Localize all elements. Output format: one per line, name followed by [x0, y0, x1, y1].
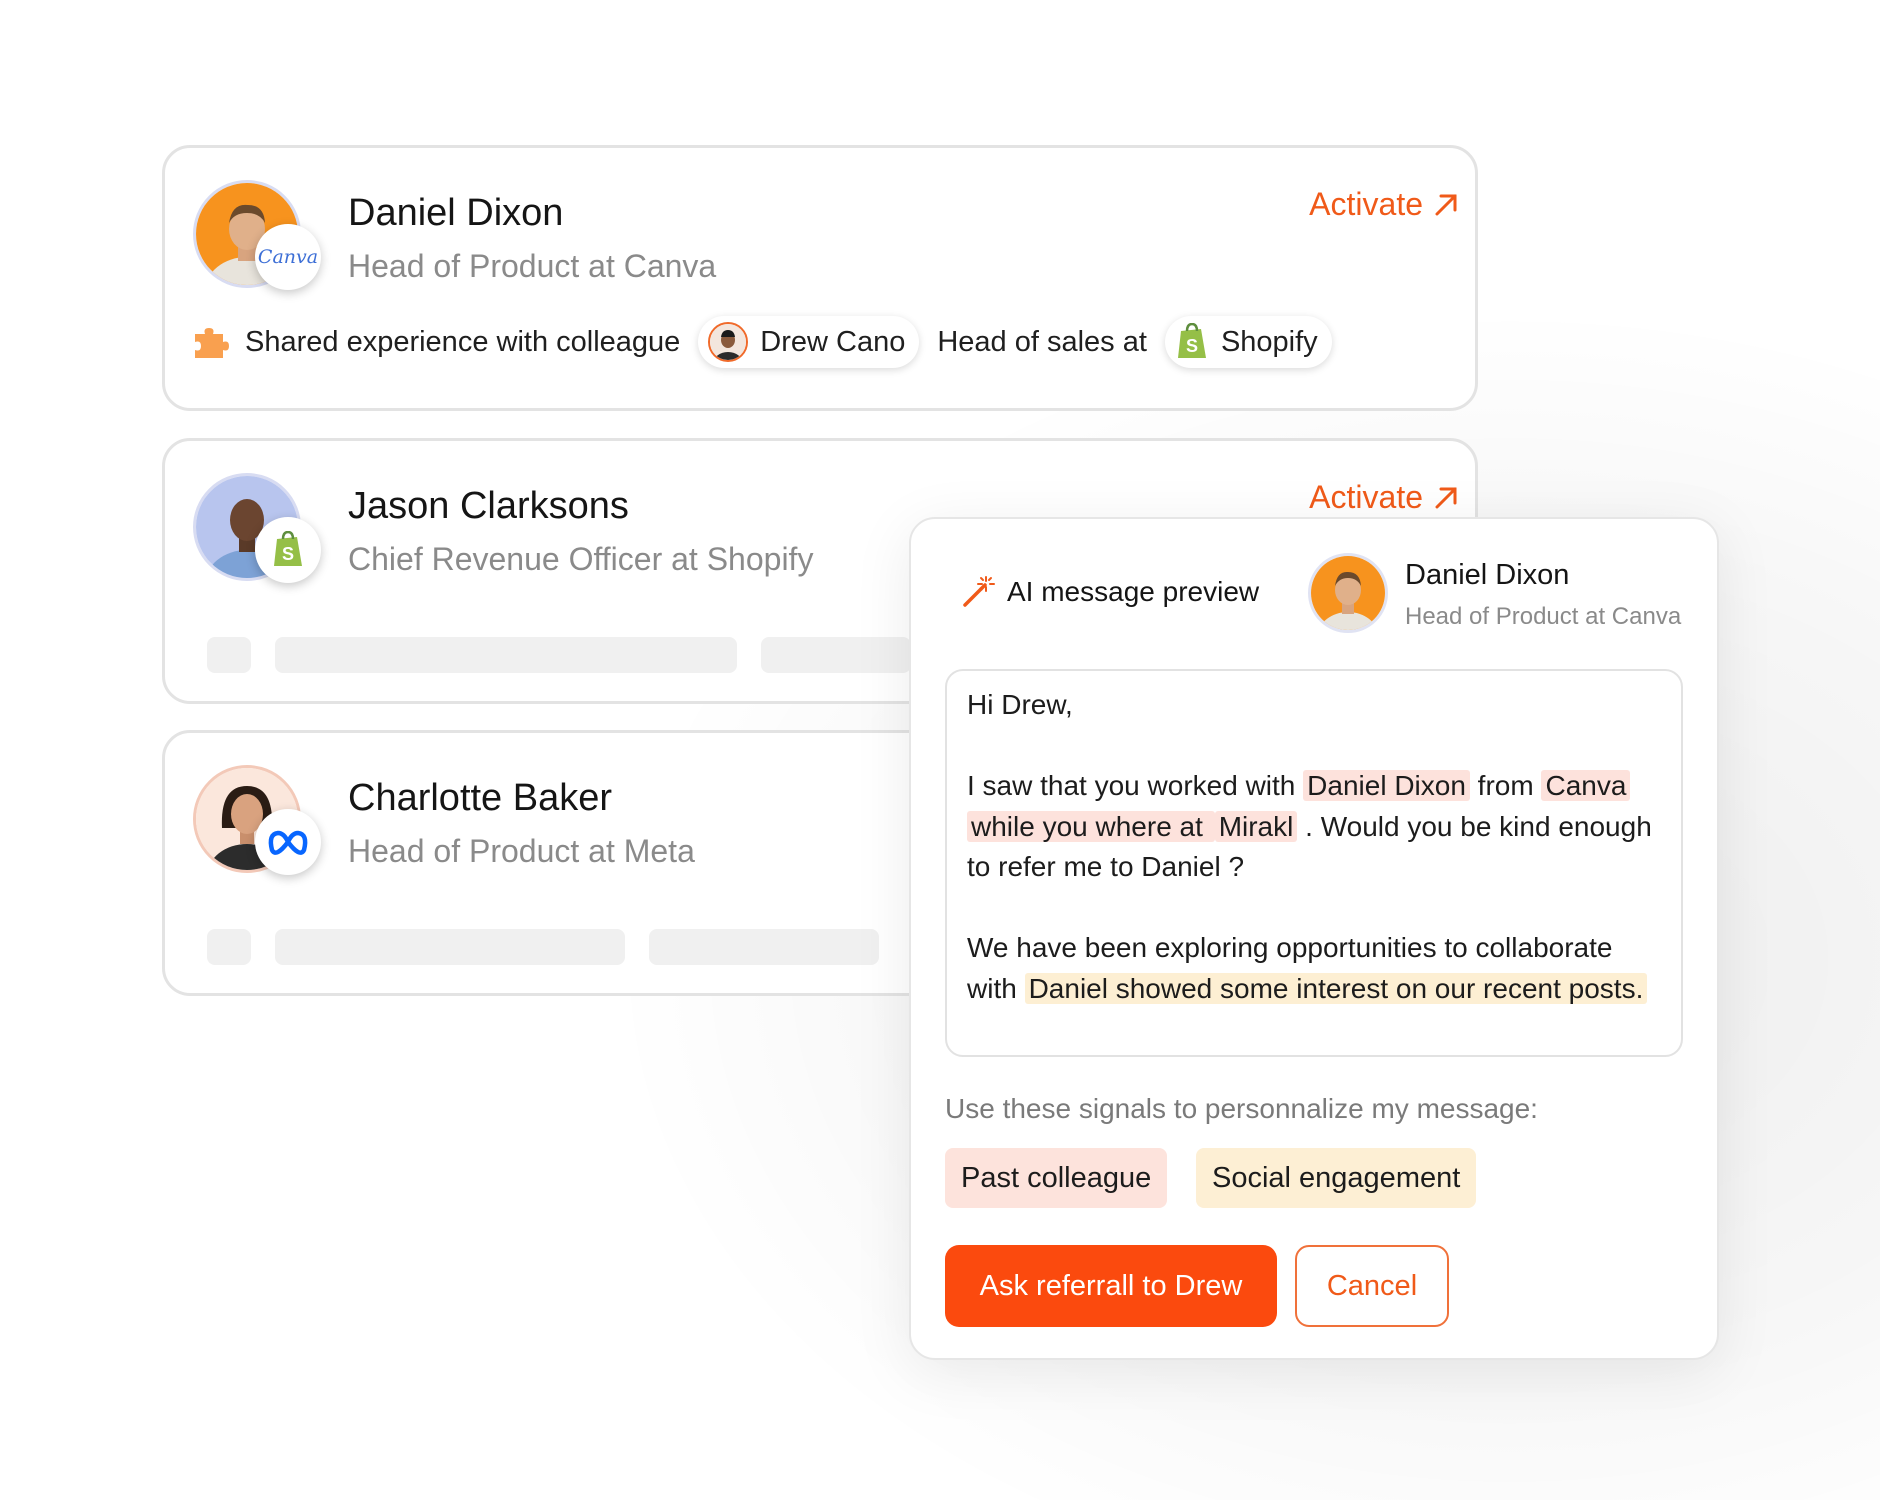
- magic-wand-icon: [963, 576, 995, 607]
- ai-preview-label: AI message preview: [1007, 576, 1260, 607]
- signal-tag-social-engagement[interactable]: Social engagement: [1196, 1148, 1477, 1208]
- signal-connector: Head of sales at: [937, 325, 1147, 358]
- contact-name: Daniel Dixon: [348, 192, 564, 234]
- contact-title: Chief Revenue Officer at Shopify: [348, 541, 814, 577]
- avatar-group: Canva: [193, 180, 321, 290]
- message-paragraph-2: We have been exploring opportunities to …: [967, 928, 1661, 1009]
- company-name: Shopify: [1220, 325, 1318, 358]
- contact-name: Jason Clarksons: [348, 485, 629, 527]
- signal-row: Shared experience with colleague Drew Ca…: [191, 316, 1338, 368]
- activate-button[interactable]: Activate: [1309, 186, 1459, 223]
- preview-contact-name: Daniel Dixon: [1405, 559, 1570, 591]
- skeleton-placeholder: [275, 929, 625, 965]
- skeleton-placeholder: [207, 929, 251, 965]
- ai-message-preview-panel: AI message preview Daniel Dixon Head of …: [909, 517, 1719, 1360]
- cancel-button[interactable]: Cancel: [1295, 1245, 1449, 1327]
- message-greeting: Hi Drew,: [967, 689, 1073, 720]
- shopify-logo-icon: S: [255, 517, 321, 583]
- shopify-logo-icon: S: [1177, 323, 1206, 358]
- signal-tag-past-colleague[interactable]: Past colleague: [945, 1148, 1168, 1208]
- avatar-group: S: [193, 473, 321, 583]
- highlight-contact-name: Daniel Dixon: [1303, 770, 1470, 801]
- colleague-avatar: [708, 322, 749, 362]
- skeleton-placeholder: [275, 637, 737, 673]
- meta-logo-icon: [255, 809, 321, 875]
- contact-card-daniel-dixon: Canva Daniel Dixon Head of Product at Ca…: [162, 145, 1478, 411]
- contact-title: Head of Product at Canva: [348, 248, 717, 284]
- arrow-up-right-icon: [1435, 194, 1457, 215]
- avatar-group: [193, 765, 321, 875]
- highlight-company: Canva: [1541, 770, 1631, 801]
- highlight-social: Daniel showed some interest on our recen…: [1024, 972, 1648, 1004]
- svg-text:S: S: [282, 544, 294, 564]
- ask-referral-button[interactable]: Ask referrall to Drew: [945, 1245, 1277, 1327]
- skeleton-placeholder: [649, 929, 879, 965]
- message-body[interactable]: Hi Drew, I saw that you worked with Dani…: [945, 669, 1683, 1057]
- contact-name: Charlotte Baker: [348, 777, 613, 819]
- preview-contact-title: Head of Product at Canva: [1405, 603, 1682, 630]
- signal-text: Shared experience with colleague: [245, 325, 681, 358]
- ai-preview-header: AI message preview: [961, 575, 1259, 609]
- skeleton-placeholder: [761, 637, 911, 673]
- skeleton-placeholder: [207, 637, 251, 673]
- activate-label: Activate: [1309, 479, 1423, 515]
- puzzle-icon: [195, 328, 229, 358]
- activate-label: Activate: [1309, 186, 1423, 222]
- preview-contact-avatar: [1308, 553, 1388, 633]
- highlight-past-company: Mirakl: [1214, 810, 1298, 842]
- colleague-chip[interactable]: Drew Cano: [698, 316, 920, 368]
- canva-logo-icon: Canva: [255, 224, 321, 290]
- company-chip[interactable]: S Shopify: [1164, 316, 1332, 368]
- activate-button[interactable]: Activate: [1309, 479, 1459, 516]
- highlight-context: while you where at: [967, 810, 1215, 842]
- colleague-name: Drew Cano: [760, 325, 906, 358]
- message-paragraph-1: I saw that you worked with Daniel Dixon …: [967, 770, 1652, 882]
- signals-label: Use these signals to personnalize my mes…: [945, 1093, 1538, 1124]
- arrow-up-right-icon: [1435, 487, 1457, 508]
- svg-text:S: S: [1186, 336, 1198, 356]
- contact-title: Head of Product at Meta: [348, 833, 695, 869]
